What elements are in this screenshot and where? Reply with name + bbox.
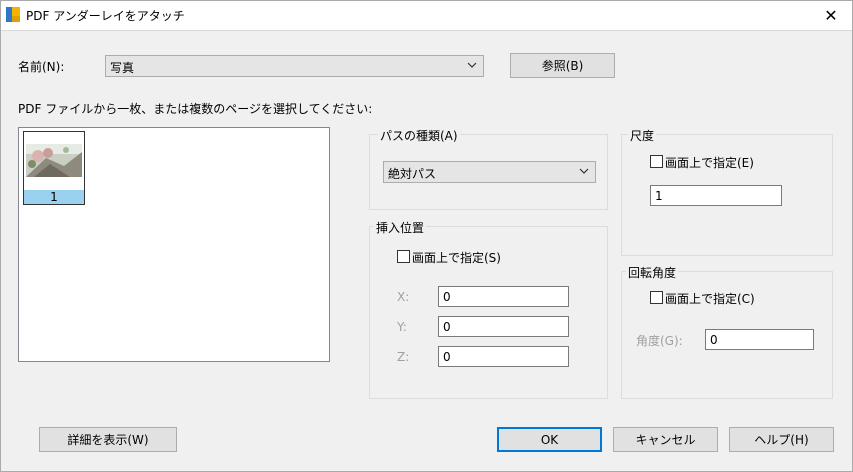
close-button[interactable]: ✕ <box>809 0 853 30</box>
page-number: 1 <box>24 190 84 204</box>
app-icon <box>6 7 20 22</box>
page-list[interactable]: 1 <box>18 127 330 362</box>
close-icon: ✕ <box>824 5 838 25</box>
z-input[interactable] <box>439 347 568 366</box>
path-type-dropdown[interactable]: 絶対パス <box>383 161 596 183</box>
insertion-onscreen-checkbox[interactable] <box>397 250 410 263</box>
path-type-value: 絶対パス <box>388 167 437 181</box>
window-title: PDF アンダーレイをアタッチ <box>26 9 185 23</box>
angle-input[interactable] <box>706 330 813 349</box>
y-field[interactable] <box>438 316 569 337</box>
chevron-down-icon <box>467 62 477 68</box>
insertion-onscreen-label: 画面上で指定(S) <box>412 251 501 265</box>
cancel-button[interactable]: キャンセル <box>613 427 718 452</box>
rotation-title: 回転角度 <box>626 264 679 281</box>
page-preview-image <box>26 144 82 177</box>
help-button[interactable]: ヘルプ(H) <box>729 427 834 452</box>
page-thumbnail[interactable]: 1 <box>23 131 85 205</box>
scale-input[interactable] <box>651 186 781 205</box>
browse-button[interactable]: 参照(B) <box>510 53 615 78</box>
title-bar: PDF アンダーレイをアタッチ ✕ <box>0 0 853 31</box>
x-label: X: <box>397 290 410 304</box>
path-type-title: パスの種類(A) <box>378 127 460 144</box>
y-input[interactable] <box>439 317 568 336</box>
scale-field[interactable] <box>650 185 782 206</box>
chevron-down-icon <box>579 168 589 174</box>
insertion-point-title: 挿入位置 <box>374 219 427 236</box>
angle-field[interactable] <box>705 329 814 350</box>
name-label: 名前(N): <box>18 60 65 74</box>
name-dropdown-value: 写真 <box>110 61 135 75</box>
scale-onscreen-label: 画面上で指定(E) <box>665 156 754 170</box>
name-dropdown[interactable]: 写真 <box>105 55 484 77</box>
angle-label: 角度(G): <box>636 334 683 348</box>
show-details-button[interactable]: 詳細を表示(W) <box>39 427 177 452</box>
rotation-onscreen-checkbox[interactable] <box>650 291 663 304</box>
scale-title: 尺度 <box>628 127 657 144</box>
y-label: Y: <box>397 320 407 334</box>
z-field[interactable] <box>438 346 569 367</box>
x-input[interactable] <box>439 287 568 306</box>
ok-button[interactable]: OK <box>497 427 602 452</box>
scale-onscreen-checkbox[interactable] <box>650 155 663 168</box>
page-select-instruction: PDF ファイルから一枚、または複数のページを選択してください: <box>18 102 373 116</box>
z-label: Z: <box>397 350 410 364</box>
x-field[interactable] <box>438 286 569 307</box>
rotation-onscreen-label: 画面上で指定(C) <box>665 292 755 306</box>
